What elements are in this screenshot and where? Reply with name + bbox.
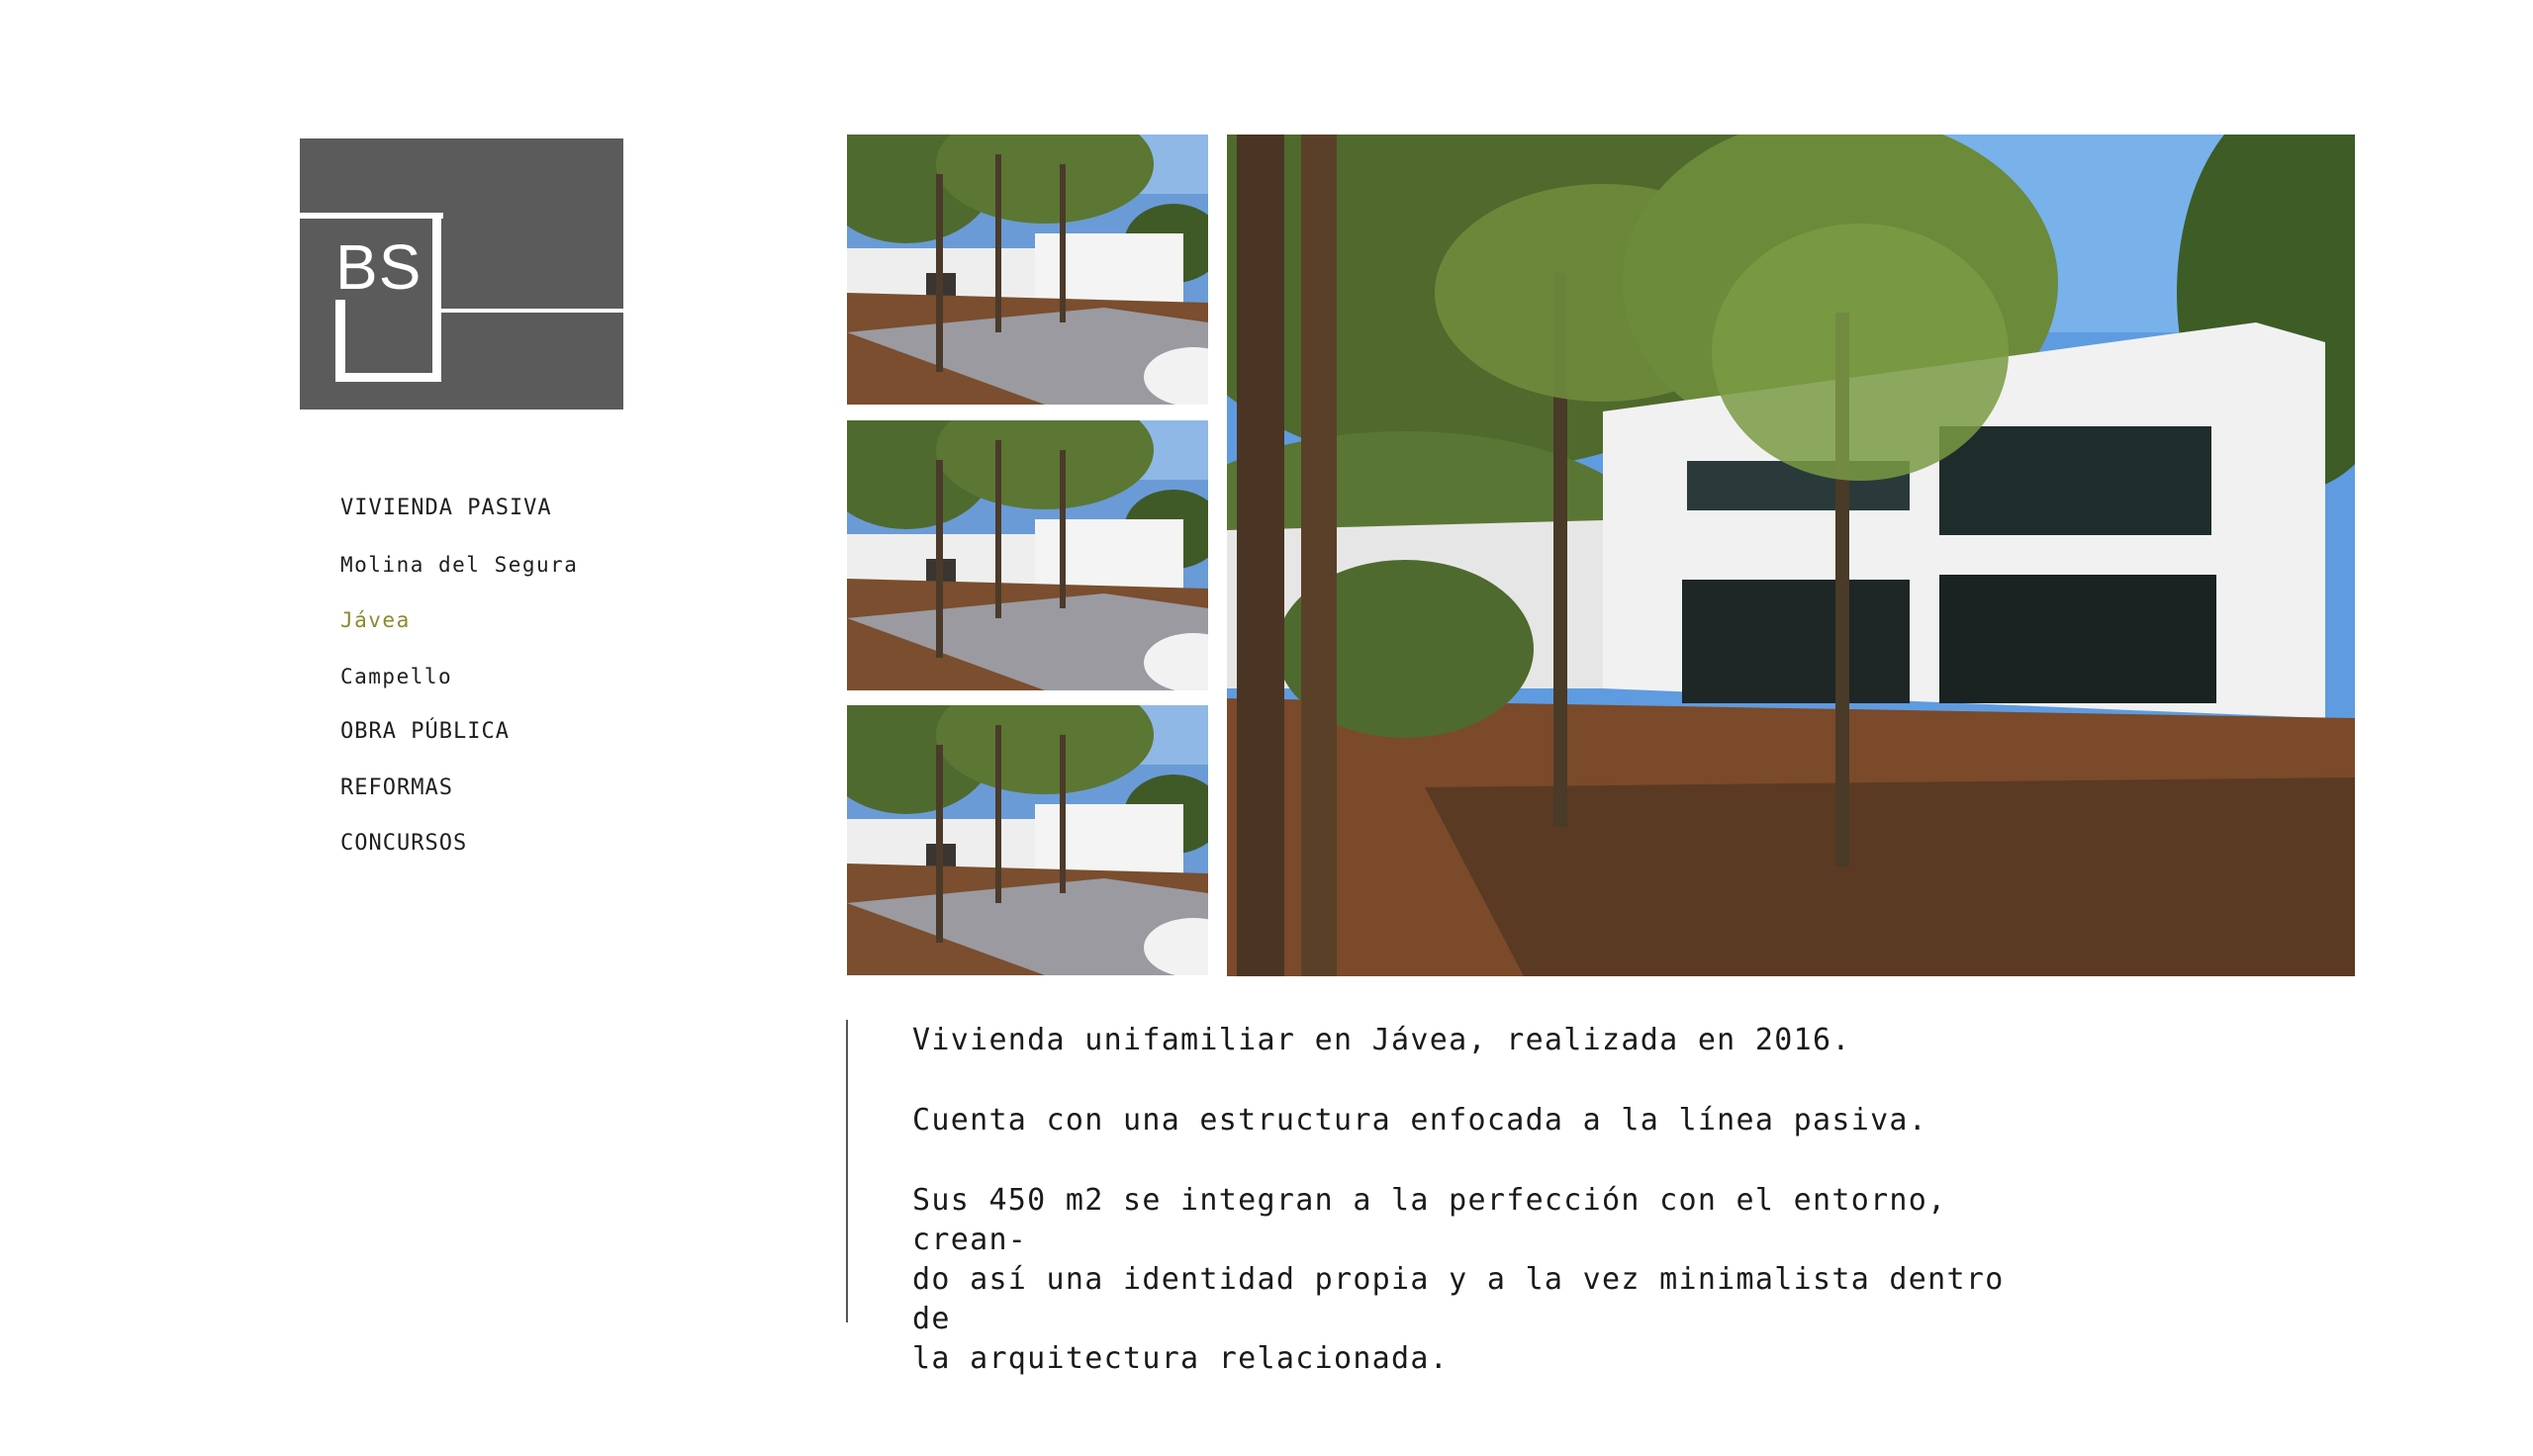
nav-vivienda-pasiva[interactable]: VIVIENDA PASIVA bbox=[340, 495, 578, 522]
project-description: Vivienda unifamiliar en Jávea, realizada… bbox=[912, 1021, 2060, 1419]
nav-molina-del-segura[interactable]: Molina del Segura bbox=[340, 551, 578, 579]
main-nav: VIVIENDA PASIVA Molina del Segura Jávea … bbox=[340, 495, 578, 886]
logo-frame-left bbox=[335, 300, 345, 382]
nav-obra-publica[interactable]: OBRA PÚBLICA bbox=[340, 718, 578, 746]
nav-reformas[interactable]: REFORMAS bbox=[340, 774, 578, 802]
house-exterior-photo bbox=[847, 705, 1208, 975]
description-paragraph-3: Sus 450 m2 se integran a la perfección c… bbox=[912, 1183, 2005, 1376]
house-exterior-photo bbox=[847, 420, 1208, 690]
gallery-thumbnail-2[interactable] bbox=[847, 420, 1208, 690]
logo[interactable]: BS bbox=[300, 138, 623, 410]
nav-concursos[interactable]: CONCURSOS bbox=[340, 830, 578, 858]
logo-monogram: BS bbox=[335, 231, 422, 303]
gallery-thumbnail-1[interactable] bbox=[847, 135, 1208, 405]
gallery-main-photo[interactable] bbox=[1227, 135, 2355, 976]
house-garden-photo bbox=[1227, 135, 2355, 976]
description-divider bbox=[846, 1020, 848, 1322]
description-paragraph-1: Vivienda unifamiliar en Jávea, realizada… bbox=[912, 1023, 1851, 1057]
nav-campello[interactable]: Campello bbox=[340, 663, 578, 690]
nav-javea[interactable]: Jávea bbox=[340, 606, 578, 634]
description-paragraph-2: Cuenta con una estructura enfocada a la … bbox=[912, 1103, 1928, 1138]
house-exterior-photo bbox=[847, 135, 1208, 405]
logo-line bbox=[441, 309, 623, 313]
gallery-thumbnail-3[interactable] bbox=[847, 705, 1208, 975]
